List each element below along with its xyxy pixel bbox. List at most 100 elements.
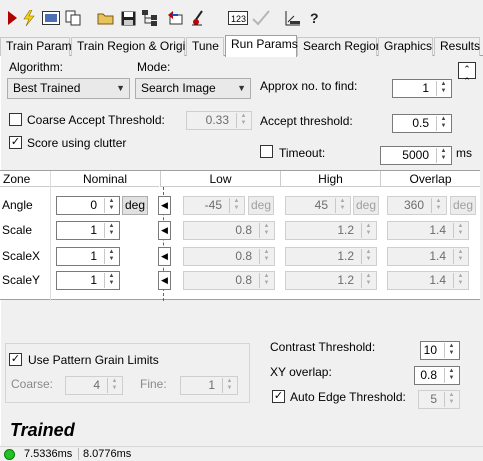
spin-arrows-icon[interactable]: ▲ ▼ [361, 249, 375, 264]
auto-edge-input[interactable]: 5 ▲ ▼ [418, 390, 460, 409]
copy-icon[interactable] [64, 9, 82, 27]
left-arrow-icon[interactable]: ◀ [158, 247, 171, 266]
low-value: 0.8 [235, 223, 252, 237]
spin-arrows-icon[interactable]: ▲ ▼ [453, 273, 467, 288]
svg-text:?: ? [310, 10, 319, 26]
timeout-checkbox[interactable] [260, 145, 273, 158]
tab-run-params[interactable]: Run Params [225, 35, 298, 57]
spin-arrows-icon[interactable]: ▲ ▼ [436, 81, 450, 96]
collapse-button[interactable]: ⌃ ⌃ [458, 62, 476, 86]
approx-value: 1 [422, 81, 429, 95]
spin-arrows-icon[interactable]: ▲ ▼ [104, 273, 118, 288]
spin-arrows-icon[interactable]: ▲ ▼ [444, 392, 458, 407]
mode-select[interactable]: Search Image ▼ [135, 78, 251, 99]
left-arrow-icon[interactable]: ◀ [158, 196, 171, 215]
spin-arrows-icon[interactable]: ▲ ▼ [104, 249, 118, 264]
high-input[interactable]: 1.2 ▲ ▼ [285, 221, 377, 240]
spin-arrows-icon[interactable]: ▲ ▼ [222, 378, 236, 393]
spin-arrows-icon[interactable]: ▲ ▼ [104, 223, 118, 238]
overlap-input[interactable]: 360 ▲ ▼ [387, 196, 447, 215]
spin-arrows-icon[interactable]: ▲ ▼ [229, 198, 243, 213]
low-unit-button[interactable]: deg [248, 196, 274, 215]
overlap-input[interactable]: 1.4 ▲ ▼ [387, 247, 469, 266]
unit-button[interactable]: deg [122, 196, 148, 215]
nominal-input[interactable]: 1 ▲ ▼ [56, 271, 120, 290]
spin-arrows-icon[interactable]: ▲ ▼ [335, 198, 349, 213]
contrast-input[interactable]: 10 ▲ ▼ [420, 341, 460, 360]
status-bar: 7.5336ms 8.0776ms [0, 446, 483, 461]
clutter-checkbox[interactable]: ✓ [9, 136, 22, 149]
grid-header-nominal: Nominal [50, 171, 159, 187]
spin-arrows-icon[interactable]: ▲ ▼ [444, 368, 458, 383]
zone-label: Angle [2, 198, 33, 212]
checkmark-icon[interactable] [252, 9, 270, 27]
high-value: 1.2 [337, 223, 354, 237]
accept-input[interactable]: 0.5 ▲ ▼ [392, 114, 452, 133]
approx-input[interactable]: 1 ▲ ▼ [392, 79, 452, 98]
help-icon[interactable]: ? [306, 9, 324, 27]
spin-arrows-icon[interactable]: ▲ ▼ [436, 116, 450, 131]
tab-search-region[interactable]: Search Region [297, 37, 382, 56]
spin-arrows-icon[interactable]: ▲ ▼ [259, 223, 273, 238]
undo-icon[interactable] [166, 9, 184, 27]
spin-arrows-icon[interactable]: ▲ ▼ [453, 249, 467, 264]
coarse-input[interactable]: 4 ▲ ▼ [65, 376, 123, 395]
approx-label: Approx no. to find: [260, 79, 358, 93]
auto-edge-checkbox[interactable]: ✓ [272, 390, 285, 403]
low-input[interactable]: 0.8 ▲ ▼ [183, 221, 275, 240]
tree-icon[interactable] [141, 9, 159, 27]
coarse-accept-input[interactable]: 0.33 ▲ ▼ [186, 111, 252, 130]
high-input[interactable]: 45 ▲ ▼ [285, 196, 351, 215]
coarse-accept-checkbox[interactable] [9, 113, 22, 126]
spin-arrows-icon[interactable]: ▲ ▼ [236, 113, 250, 128]
spin-arrows-icon[interactable]: ▲ ▼ [453, 223, 467, 238]
status-indicator-icon [4, 449, 15, 460]
pattern-grain-checkbox[interactable]: ✓ [9, 353, 22, 366]
algorithm-select[interactable]: Best Trained ▼ [7, 78, 130, 99]
scale-icon[interactable] [284, 9, 302, 27]
overlap-input[interactable]: 1.4 ▲ ▼ [387, 271, 469, 290]
high-input[interactable]: 1.2 ▲ ▼ [285, 247, 377, 266]
spin-arrows-icon[interactable]: ▲ ▼ [361, 273, 375, 288]
spin-arrows-icon[interactable]: ▲ ▼ [259, 249, 273, 264]
fine-input[interactable]: 1 ▲ ▼ [180, 376, 238, 395]
spin-arrows-icon[interactable]: ▲ ▼ [107, 378, 121, 393]
tab-train-params[interactable]: Train Params [0, 37, 78, 56]
spin-arrows-icon[interactable]: ▲ ▼ [436, 148, 450, 163]
left-arrow-icon[interactable]: ◀ [158, 221, 171, 240]
spin-arrows-icon[interactable]: ▲ ▼ [361, 223, 375, 238]
timeout-input[interactable]: 5000 ▲ ▼ [380, 146, 452, 165]
high-input[interactable]: 1.2 ▲ ▼ [285, 271, 377, 290]
overlap-value: 360 [403, 198, 424, 212]
save-icon[interactable] [119, 9, 137, 27]
svg-text:123: 123 [231, 14, 246, 24]
low-input[interactable]: 0.8 ▲ ▼ [183, 271, 275, 290]
spin-arrows-icon[interactable]: ▲ ▼ [431, 198, 445, 213]
spin-arrows-icon[interactable]: ▲ ▼ [104, 198, 118, 213]
number-123-icon[interactable]: 123 [228, 9, 248, 27]
high-unit-button[interactable]: deg [353, 196, 379, 215]
timeout-value: 5000 [402, 148, 429, 162]
open-folder-icon[interactable] [97, 9, 115, 27]
nominal-input[interactable]: 1 ▲ ▼ [56, 247, 120, 266]
run-icon[interactable] [3, 9, 21, 27]
grab-image-icon[interactable] [42, 9, 60, 27]
tab-train-region-origin[interactable]: Train Region & Origin [71, 37, 192, 56]
tab-tune[interactable]: Tune [186, 37, 224, 56]
spin-arrows-icon[interactable]: ▲ ▼ [444, 343, 458, 358]
xy-overlap-input[interactable]: 0.8 ▲ ▼ [414, 366, 460, 385]
tab-results[interactable]: Results [434, 37, 480, 56]
algorithm-label: Algorithm: [9, 60, 64, 74]
tab-graphics[interactable]: Graphics [378, 37, 433, 56]
timeout-label: Timeout: [279, 146, 326, 160]
overlap-unit-button[interactable]: deg [450, 196, 476, 215]
low-input[interactable]: -45 ▲ ▼ [183, 196, 245, 215]
overlap-input[interactable]: 1.4 ▲ ▼ [387, 221, 469, 240]
nominal-input[interactable]: 0 ▲ ▼ [56, 196, 120, 215]
pointer-icon[interactable] [189, 9, 207, 27]
flash-icon[interactable] [20, 9, 38, 27]
spin-arrows-icon[interactable]: ▲ ▼ [259, 273, 273, 288]
low-input[interactable]: 0.8 ▲ ▼ [183, 247, 275, 266]
left-arrow-icon[interactable]: ◀ [158, 271, 171, 290]
nominal-input[interactable]: 1 ▲ ▼ [56, 221, 120, 240]
